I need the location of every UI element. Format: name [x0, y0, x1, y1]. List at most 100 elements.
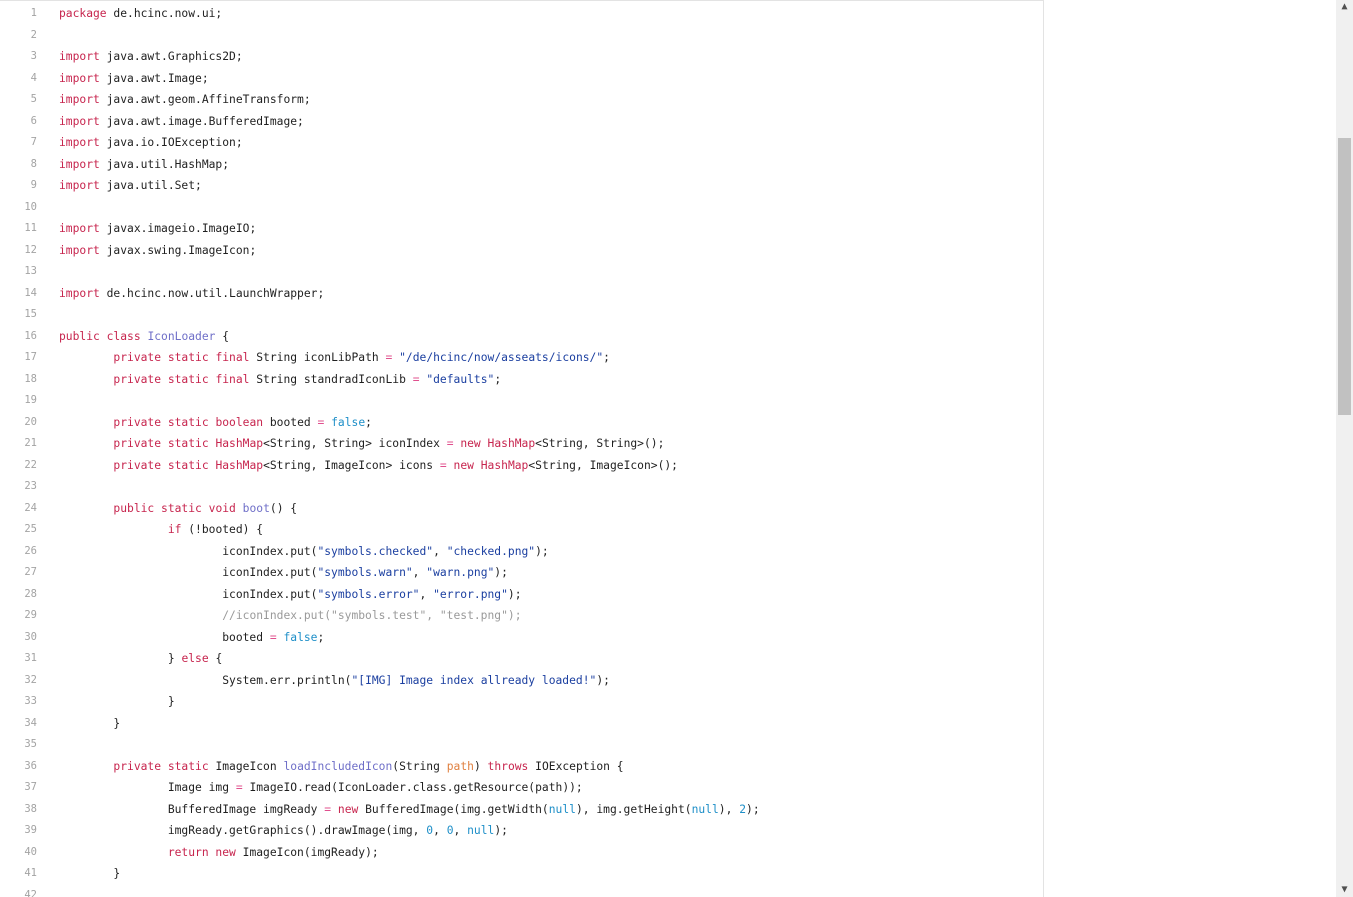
code-token: "symbols.error" [317, 587, 420, 601]
code-token: "error.png" [433, 587, 508, 601]
line-number: 7 [30, 136, 37, 148]
code-text: import java.util.Set; [59, 175, 202, 197]
code-token: public class [59, 329, 141, 343]
code-text: public class IconLoader { [59, 326, 229, 348]
code-token: "defaults" [426, 372, 495, 386]
code-token: path [446, 759, 474, 773]
code-token: null [548, 802, 576, 816]
code-token: javax.swing.ImageIcon; [99, 243, 257, 257]
line-number: 26 [24, 544, 37, 557]
code-text: System.err.println("[IMG] Image index al… [59, 670, 610, 692]
scroll-up-icon[interactable]: ▲ [1336, 0, 1353, 14]
code-token: import [59, 50, 100, 63]
code-token: iconIndex.put( [59, 587, 318, 601]
line-number: 29 [24, 609, 37, 621]
line-number: 42 [24, 888, 37, 897]
line-number: 25 [24, 523, 37, 535]
code-token: java.awt.Graphics2D; [99, 50, 243, 63]
code-text: } [59, 713, 120, 735]
code-token: private static boolean [113, 415, 264, 429]
code-text: public static void boot() { [59, 498, 297, 520]
code-token: private static [113, 759, 209, 773]
line-number: 31 [24, 652, 37, 664]
scroll-down-icon[interactable]: ▼ [1336, 883, 1353, 897]
line-number: 21 [24, 437, 37, 449]
code-token: ; [365, 415, 372, 429]
line-number: 10 [24, 200, 37, 213]
code-token: java.util.HashMap; [99, 157, 230, 171]
code-text: private static final String standradIcon… [59, 369, 501, 391]
code-text: BufferedImage imgReady = new BufferedIma… [59, 799, 760, 821]
code-token: false [331, 415, 366, 429]
scroll-thumb[interactable] [1338, 138, 1351, 415]
code-token: "symbols.checked" [317, 544, 434, 558]
line-number: 40 [24, 845, 37, 858]
code-text: iconIndex.put("symbols.error", "error.pn… [59, 584, 521, 606]
code-text: private static final String iconLibPath … [59, 347, 610, 369]
code-token: return new [167, 845, 236, 859]
code-token: ); [746, 802, 760, 816]
line-number: 5 [30, 93, 37, 105]
code-token: { [208, 652, 223, 665]
code-token: , [433, 544, 447, 558]
code-token: booted [263, 415, 318, 429]
code-token: ); [535, 544, 549, 558]
code-text: import javax.swing.ImageIcon; [59, 240, 256, 262]
code-token: imgReady.getGraphics().drawImage(img, [59, 824, 427, 837]
code-token: { [215, 329, 230, 343]
code-token: 0 [446, 824, 454, 837]
code-token: java.awt.Image; [99, 71, 209, 85]
code-token: ImageIO.read(IconLoader.class.getResourc… [242, 781, 583, 794]
code-token: HashMap [487, 437, 536, 450]
code-token: <String, String> iconIndex [263, 437, 447, 450]
code-token: String iconLibPath [249, 351, 386, 364]
line-number: 37 [24, 781, 37, 793]
code-token: import [59, 157, 100, 171]
code-token: (!booted) { [181, 523, 264, 536]
code-token: ) [473, 759, 488, 773]
code-token: = [269, 630, 277, 644]
code-editor[interactable]: 1 package de.hcinc.now.ui; 2 3 import java.a… [0, 0, 1044, 897]
code-text: import java.util.HashMap; [59, 154, 229, 176]
vertical-scrollbar[interactable]: ▲ ▼ [1336, 0, 1353, 897]
code-token: private static [113, 437, 209, 450]
code-text: import java.awt.Graphics2D; [59, 46, 243, 68]
line-number: 14 [24, 286, 37, 299]
code-token: Image img [59, 781, 236, 794]
code-text: } [59, 863, 120, 885]
code-text: import java.awt.geom.AffineTransform; [59, 89, 311, 111]
code-token: ; [603, 351, 610, 364]
line-number: 39 [24, 824, 37, 836]
line-number: 35 [24, 738, 37, 750]
line-number: 4 [30, 71, 37, 84]
code-token: = [235, 781, 243, 794]
code-token: IconLoader [147, 329, 216, 343]
line-number: 19 [24, 394, 37, 406]
code-token: "/de/hcinc/now/asseats/icons/" [399, 351, 604, 364]
code-token: , [419, 587, 434, 601]
code-text: } [59, 691, 175, 713]
code-text: imgReady.getGraphics().drawImage(img, 0,… [59, 820, 508, 842]
code-text: private static HashMap <String, String> i… [59, 433, 664, 455]
code-token: import [59, 114, 100, 128]
code-token: java.awt.image.BufferedImage; [99, 114, 304, 128]
code-text: import java.awt.Image; [59, 68, 209, 90]
code-token: HashMap [215, 458, 264, 472]
code-token: HashMap [480, 458, 529, 472]
code-token: null [691, 802, 719, 816]
code-token: ); [596, 673, 610, 687]
code-text: import javax.imageio.ImageIO; [59, 218, 256, 240]
code-token: "checked.png" [446, 544, 536, 558]
line-number: 11 [24, 222, 37, 234]
code-token: , [412, 566, 427, 579]
code-token: new [337, 802, 359, 816]
code-token: import [59, 222, 100, 235]
code-token: ImageIcon(imgReady); [235, 845, 379, 859]
